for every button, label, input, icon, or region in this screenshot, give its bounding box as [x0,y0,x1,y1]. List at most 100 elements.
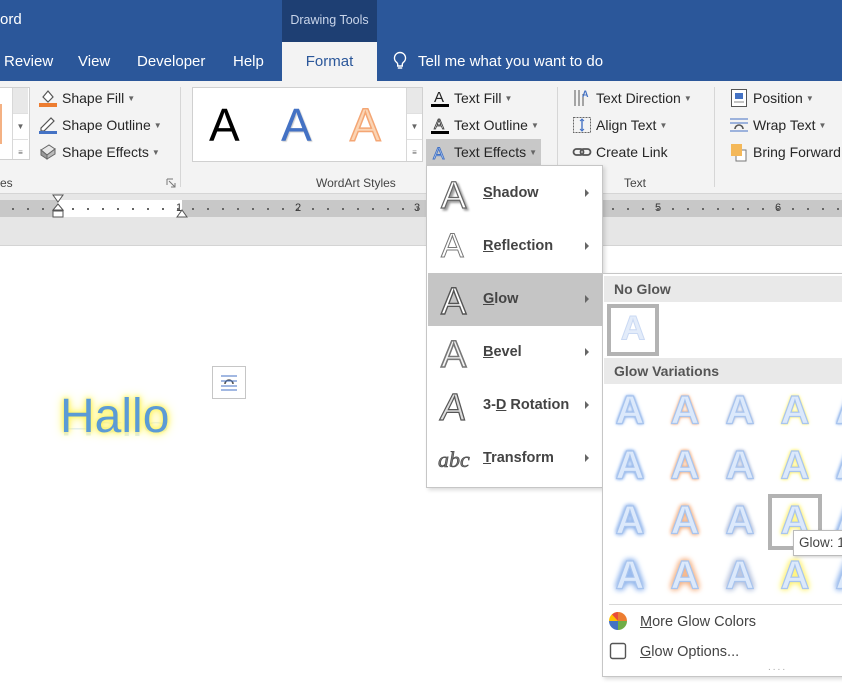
tell-me-search[interactable]: Tell me what you want to do [392,42,603,81]
glow-variation-option[interactable]: A [607,443,653,491]
glow-variation-option[interactable]: A [662,553,708,601]
gallery-up-button[interactable] [13,88,28,114]
menu-item-bevel[interactable]: A Bevel [428,326,602,379]
glow-variation-option[interactable]: A [717,443,763,491]
resize-grip[interactable]: .... [768,662,787,673]
ruler-tick [282,208,284,210]
reflection-a-icon: A [441,227,465,266]
glow-variation-option[interactable]: A [607,553,653,601]
tab-developer[interactable]: Developer [137,42,205,81]
ruler-tick [417,208,419,210]
glow-variation-option[interactable]: A [772,443,818,491]
svg-text:A: A [434,89,444,106]
shape-styles-gallery[interactable]: ▼ ≡ [0,87,30,160]
glow-variation-option[interactable]: A [717,388,763,436]
glow-variation-option[interactable]: A [717,498,763,546]
align-text-label: Align Text [596,117,657,133]
ruler-tick [12,208,14,210]
menu-item-3-d-rotation[interactable]: A 3-D Rotation [428,379,602,432]
shape-fill-button[interactable]: Shape Fill ▼ [38,86,135,110]
svg-text:A: A [441,175,467,214]
text-effects-label: Text Effects [454,144,527,160]
chevron-down-icon: ▼ [529,148,538,158]
layout-options-button[interactable] [212,366,246,399]
glow-letter: A [725,388,755,433]
wordart-style-orange[interactable]: A [349,98,381,152]
checkbox-icon [609,642,627,659]
ruler-tick [312,208,314,210]
text-outline-button[interactable]: A Text Outline ▼ [430,113,539,137]
ruler-tick [822,208,824,210]
glow-letter: A [670,553,700,598]
wordart-text-hallo[interactable]: Hallo [60,389,169,444]
shape-outline-button[interactable]: Shape Outline ▼ [38,113,162,137]
glow-letter: A [835,388,842,434]
menu-item-shadow[interactable]: A Shadow [428,167,602,220]
text-fill-button[interactable]: A Text Fill ▼ [430,86,512,110]
shape-effects-button[interactable]: Shape Effects ▼ [38,140,160,164]
horizontal-ruler[interactable]: 1 2 3 4 5 6 [0,200,842,217]
glow-submenu: No Glow A Glow Variations AAAAAAAAAAAAAA… [602,273,842,677]
glow-variation-option[interactable]: A [662,498,708,546]
wordart-style-black[interactable]: A [209,98,240,152]
indent-marker[interactable] [52,194,64,222]
title-bar: ord Drawing Tools [0,0,842,42]
glow-variation-option[interactable]: A [827,443,842,491]
text-direction-icon: A [574,89,589,106]
chevron-down-icon: ▼ [151,148,160,158]
tab-review[interactable]: Review [4,42,53,81]
tab-format[interactable]: Format [282,42,377,81]
glow-variation-option[interactable]: A [772,388,818,436]
svg-text:A: A [438,387,468,426]
ruler-tick [342,208,344,210]
text-effects-button[interactable]: A Text Effects ▼ [426,139,542,165]
menu-item-glow[interactable]: A Glow [428,273,602,326]
glow-variation-option[interactable]: A [827,388,842,436]
dialog-launcher-icon[interactable] [166,178,176,188]
glow-letter: A [615,553,645,598]
glow-variation-option[interactable]: A [827,553,842,601]
tab-view[interactable]: View [78,42,110,81]
bring-forward-icon [731,143,747,162]
glow-variation-option[interactable]: A [607,498,653,546]
glow-letter: A [780,443,810,488]
create-link-label: Create Link [596,144,668,160]
ruler-tick [777,208,779,210]
align-text-button[interactable]: Align Text ▼ [572,113,667,137]
bring-forward-button[interactable]: Bring Forward [729,140,841,164]
wordart-styles-gallery[interactable]: A A A ▼ ≡ [192,87,423,162]
menu-item-reflection[interactable]: A Reflection [428,220,602,273]
group-separator [180,87,181,187]
wrap-text-button[interactable]: Wrap Text ▼ [729,113,826,137]
position-button[interactable]: Position ▼ [729,86,814,110]
right-indent-marker[interactable] [176,209,188,219]
create-link-button[interactable]: Create Link [572,140,668,164]
glow-options-item[interactable]: Glow Options... [608,638,739,666]
glow-variation-option[interactable]: A [662,443,708,491]
more-glow-colors-item[interactable]: More Glow Colors [608,608,756,636]
shape-effects-label: Shape Effects [62,144,149,160]
glow-variation-option[interactable]: A [662,388,708,436]
no-glow-option[interactable]: A [607,304,659,356]
gallery-down-button[interactable]: ▼ [13,114,28,140]
text-direction-button[interactable]: A Text Direction ▼ [572,86,692,110]
svg-text:A: A [441,227,464,265]
shape-gallery-scroll[interactable]: ▼ ≡ [12,88,28,159]
gallery-down-button[interactable]: ▼ [407,114,422,140]
menu-item-transform[interactable]: abc Transform [428,432,602,485]
svg-text:A: A [433,144,445,162]
ruler-tick [27,208,29,210]
gallery-more-button[interactable]: ≡ [13,140,28,166]
tab-help[interactable]: Help [233,42,264,81]
glow-letter: A [780,388,810,433]
wordart-gallery-scroll[interactable]: ▼ ≡ [406,88,422,161]
bring-forward-label: Bring Forward [753,144,841,160]
glow-variation-option[interactable]: A [607,388,653,436]
wordart-style-blue[interactable]: A [281,98,312,152]
glow-letter: A [615,498,645,543]
glow-variation-option[interactable]: A [717,553,763,601]
shadow-a-icon: A [440,174,467,214]
gallery-more-button[interactable]: ≡ [407,140,422,166]
gallery-up-button[interactable] [407,88,422,114]
glow-variation-option[interactable]: A [772,553,818,601]
